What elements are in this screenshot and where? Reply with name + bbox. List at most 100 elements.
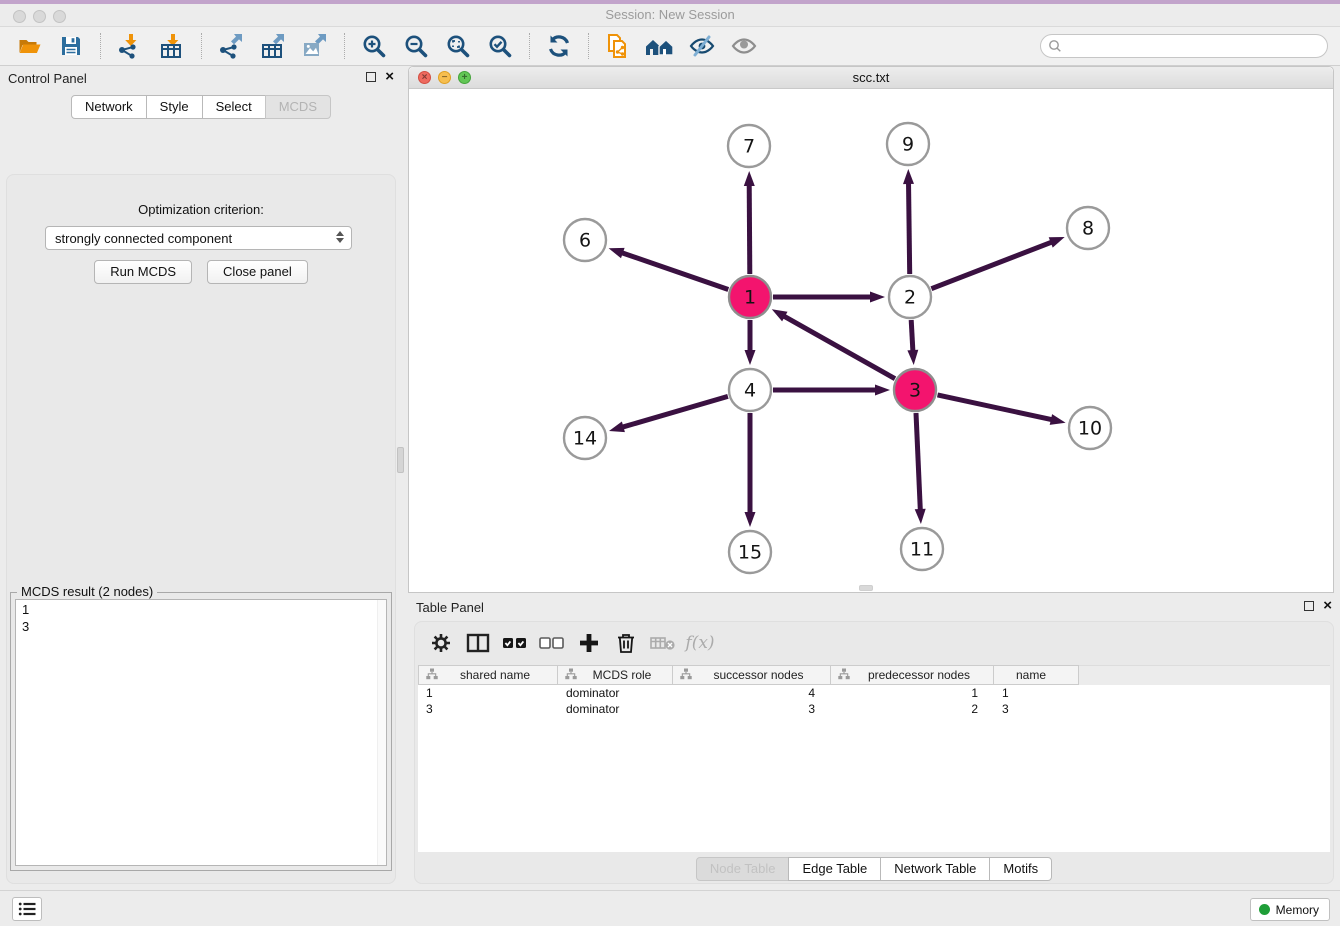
column-header-MCDS-role[interactable]: MCDS role <box>558 665 673 685</box>
import-table-icon[interactable] <box>155 31 189 61</box>
graph-edge-2-9[interactable] <box>903 169 914 274</box>
search-input[interactable] <box>1040 34 1328 58</box>
close-panel-button[interactable]: Close panel <box>207 260 308 284</box>
graph-edge-2-3[interactable] <box>907 320 918 365</box>
table-row[interactable]: 3dominator323 <box>418 701 1330 717</box>
mcds-result-scrollbar[interactable] <box>377 600 386 865</box>
create-column-icon[interactable] <box>574 629 604 657</box>
table-cell[interactable]: 1 <box>831 685 994 701</box>
show-columns-icon[interactable] <box>463 629 493 657</box>
column-header-predecessor-nodes[interactable]: predecessor nodes <box>831 665 994 685</box>
tab-network[interactable]: Network <box>71 95 147 119</box>
column-header-successor-nodes[interactable]: successor nodes <box>673 665 831 685</box>
table-float-panel-icon[interactable] <box>1304 601 1314 611</box>
run-mcds-button[interactable]: Run MCDS <box>94 260 192 284</box>
graph-node-7[interactable]: 7 <box>728 125 770 167</box>
select-all-rows-icon[interactable] <box>500 629 530 657</box>
table-cell[interactable]: dominator <box>558 685 673 701</box>
tab-edge-table[interactable]: Edge Table <box>788 857 881 881</box>
graph-node-14[interactable]: 14 <box>564 417 606 459</box>
graph-edge-4-3[interactable] <box>773 385 890 396</box>
graph-edge-1-4[interactable] <box>745 320 756 365</box>
zoom-out-icon[interactable] <box>399 31 433 61</box>
graph-node-3[interactable]: 3 <box>894 369 936 411</box>
export-image-icon[interactable] <box>298 31 332 61</box>
graph-edge-1-2[interactable] <box>773 292 885 303</box>
memory-button[interactable]: Memory <box>1250 898 1330 921</box>
table-toolbar: f(x) <box>414 621 1334 665</box>
column-header-label: shared name <box>443 668 557 682</box>
graph-node-2[interactable]: 2 <box>889 276 931 318</box>
table-cell[interactable]: 4 <box>673 685 831 701</box>
save-session-icon[interactable] <box>54 31 88 61</box>
table-mode-icon[interactable] <box>426 629 456 657</box>
column-header-shared-name[interactable]: shared name <box>418 665 558 685</box>
table-close-panel-icon[interactable]: × <box>1323 601 1332 611</box>
network-graph[interactable]: 7 9 6 8 1 2 4 3 14 10 15 11 <box>409 89 1333 592</box>
graph-node-15[interactable]: 15 <box>729 531 771 573</box>
network-resize-grip[interactable] <box>859 585 873 591</box>
table-cell[interactable]: 3 <box>994 701 1079 717</box>
export-network-icon[interactable] <box>214 31 248 61</box>
mcds-result-lines: 1 3 <box>16 600 386 636</box>
graph-edge-1-6[interactable] <box>609 248 729 290</box>
graph-node-10[interactable]: 10 <box>1069 407 1111 449</box>
hide-panels-icon[interactable] <box>685 31 719 61</box>
tab-style[interactable]: Style <box>146 95 203 119</box>
table-cell[interactable]: 3 <box>418 701 558 717</box>
search-icon <box>1048 39 1062 56</box>
zoom-fit-icon[interactable] <box>441 31 475 61</box>
optimization-select[interactable]: strongly connected component <box>45 226 352 250</box>
open-file-icon[interactable] <box>12 31 46 61</box>
graph-edge-4-15[interactable] <box>745 413 756 527</box>
tab-node-table[interactable]: Node Table <box>696 857 790 881</box>
delete-columns-icon[interactable] <box>611 629 641 657</box>
refresh-layout-icon[interactable] <box>542 31 576 61</box>
import-network-icon[interactable] <box>113 31 147 61</box>
graph-node-1[interactable]: 1 <box>729 276 771 318</box>
graph-edge-3-10[interactable] <box>938 395 1066 425</box>
close-panel-icon[interactable]: × <box>385 72 394 82</box>
table-row[interactable]: 1dominator411 <box>418 685 1330 701</box>
graph-node-11[interactable]: 11 <box>901 528 943 570</box>
network-canvas[interactable]: 7 9 6 8 1 2 4 3 14 10 15 11 <box>409 89 1333 592</box>
graph-edge-3-11[interactable] <box>915 413 926 524</box>
graph-node-6[interactable]: 6 <box>564 219 606 261</box>
export-table-icon[interactable] <box>256 31 290 61</box>
graph-node-9[interactable]: 9 <box>887 123 929 165</box>
tab-select[interactable]: Select <box>202 95 266 119</box>
deselect-all-rows-icon[interactable] <box>537 629 567 657</box>
zoom-in-icon[interactable] <box>357 31 391 61</box>
first-neighbors-icon[interactable] <box>643 31 677 61</box>
float-panel-icon[interactable] <box>366 72 376 82</box>
graph-edge-1-7[interactable] <box>744 171 755 274</box>
graph-edge-3-1[interactable] <box>772 309 895 378</box>
tab-network-table[interactable]: Network Table <box>880 857 990 881</box>
toolbar-separator <box>344 33 345 59</box>
table-cell[interactable]: 2 <box>831 701 994 717</box>
table-header-row: shared nameMCDS rolesuccessor nodesprede… <box>418 665 1330 685</box>
clone-network-icon[interactable] <box>601 31 635 61</box>
graph-edge-4-14[interactable] <box>609 396 728 432</box>
mcds-result-list[interactable]: 1 3 <box>15 599 387 866</box>
tab-mcds[interactable]: MCDS <box>265 95 331 119</box>
table-cell[interactable]: dominator <box>558 701 673 717</box>
network-window-titlebar[interactable]: × − + scc.txt <box>409 67 1333 89</box>
memory-status-icon <box>1259 904 1270 915</box>
zoom-selected-icon[interactable] <box>483 31 517 61</box>
table-cell[interactable]: 1 <box>418 685 558 701</box>
hidden-panels-button[interactable] <box>12 897 42 921</box>
toolbar-separator <box>201 33 202 59</box>
graph-edge-2-8[interactable] <box>931 237 1064 289</box>
table-cell[interactable]: 3 <box>673 701 831 717</box>
tab-motifs[interactable]: Motifs <box>989 857 1052 881</box>
column-header-name[interactable]: name <box>994 665 1079 685</box>
show-panels-icon[interactable] <box>727 31 761 61</box>
table-cell[interactable]: 1 <box>994 685 1079 701</box>
graph-node-8[interactable]: 8 <box>1067 207 1109 249</box>
panel-splitter-grip[interactable] <box>397 447 404 473</box>
control-panel-title: Control Panel <box>8 71 87 86</box>
graph-node-4[interactable]: 4 <box>729 369 771 411</box>
hierarchy-icon <box>565 668 577 683</box>
table-rows: 1dominator4113dominator323 <box>418 685 1330 717</box>
